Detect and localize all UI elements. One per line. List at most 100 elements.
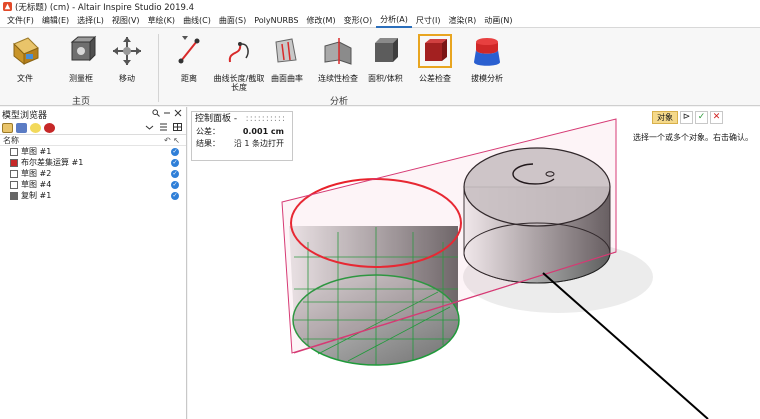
file-label: 文件	[17, 74, 33, 83]
skip-icon[interactable]: ⊳	[680, 110, 693, 124]
materials-filter-icon[interactable]	[44, 122, 55, 133]
tree-item-label: 布尔差集运算 #1	[21, 158, 84, 167]
model-browser-toolbar	[0, 121, 186, 135]
tolerance-check-button[interactable]: 公差检查	[418, 34, 452, 83]
3d-viewport[interactable]: 控制面板 - :::::::::: 公差： 0.001 cm 结果： 沿 1 条…	[188, 107, 760, 419]
tree-item[interactable]: 草图 #1 ✓	[0, 146, 186, 157]
model-tree: 草图 #1 ✓ 布尔差集运算 #1 ✓ 草图 #2 ✓ 草图 #4 ✓ 复制 #1 ✓	[0, 146, 186, 201]
continuity-check-icon	[324, 38, 352, 65]
object-selector[interactable]: 对象	[652, 110, 678, 124]
curve-length-label: 曲线长度/截取长度	[213, 74, 265, 92]
curve-length-icon	[228, 42, 249, 63]
visibility-check-icon[interactable]: ✓	[171, 191, 179, 200]
search-icon[interactable]	[152, 109, 160, 117]
continuity-check-button[interactable]: 连续性检查	[318, 34, 358, 83]
collapse-icon[interactable]	[163, 109, 171, 117]
tree-item[interactable]: 草图 #2 ✓	[0, 168, 186, 179]
tree-item[interactable]: 草图 #4 ✓	[0, 179, 186, 190]
app-logo-icon	[3, 2, 12, 11]
menu-item[interactable]: 修改(M)	[302, 14, 339, 27]
distance-label: 距离	[181, 74, 197, 83]
window-title: (无标题) (cm) - Altair Inspire Studio 2019.…	[15, 2, 195, 13]
tree-item-label: 复制 #1	[21, 191, 52, 200]
name-column-header[interactable]: 名称 ↶ ↖	[0, 135, 186, 146]
tree-item-label: 草图 #1	[21, 147, 52, 156]
visibility-check-icon[interactable]: ✓	[171, 180, 179, 189]
surface-curvature-button[interactable]: 曲面曲率	[270, 34, 304, 83]
file-button[interactable]: 文件	[8, 34, 42, 83]
menu-item[interactable]: 尺寸(I)	[412, 14, 445, 27]
sketch-icon	[10, 180, 18, 189]
close-icon[interactable]	[174, 109, 182, 117]
list-options-icon[interactable]	[159, 123, 168, 131]
result-value: 沿 1 条边打开	[233, 139, 284, 148]
area-volume-label: 面积/体积	[368, 74, 403, 83]
model-browser-header: 模型浏览器	[0, 107, 186, 121]
area-volume-icon	[375, 38, 399, 62]
confirm-icon[interactable]: ✓	[695, 110, 708, 124]
menu-item[interactable]: 文件(F)	[3, 14, 38, 27]
distance-icon	[178, 38, 200, 64]
tree-item[interactable]: 复制 #1 ✓	[0, 190, 186, 201]
chevron-down-icon[interactable]	[145, 123, 154, 131]
menu-bar: 文件(F) 编辑(E) 选择(L) 视图(V) 草绘(K) 曲线(C) 曲面(S) PolyN…	[0, 13, 760, 28]
boolean-icon	[10, 158, 18, 167]
drag-handle-icon[interactable]: ::::::::::	[246, 112, 286, 126]
sketch-icon	[10, 169, 18, 178]
control-panel-header[interactable]: 控制面板 - ::::::::::	[192, 112, 292, 126]
menu-item[interactable]: 草绘(K)	[144, 14, 180, 27]
sketch-icon	[10, 147, 18, 156]
file-icon	[13, 37, 39, 66]
measure-box-button[interactable]: 测量框	[64, 34, 98, 83]
menu-item[interactable]: 视图(V)	[108, 14, 144, 27]
tree-item-label: 草图 #2	[21, 169, 52, 178]
measure-box-label: 测量框	[69, 74, 93, 83]
surface-curvature-label: 曲面曲率	[271, 74, 303, 83]
result-label: 结果：	[196, 139, 220, 148]
tolerance-check-label: 公差检查	[419, 74, 451, 83]
group-label-analysis: 分析	[330, 97, 349, 107]
distance-button[interactable]: 距离	[172, 34, 206, 83]
move-label: 移动	[119, 74, 135, 83]
parts-filter-icon[interactable]	[2, 122, 13, 133]
surface-curvature-icon	[275, 38, 297, 63]
draft-analysis-icon	[474, 38, 500, 66]
draft-analysis-button[interactable]: 拔模分析	[470, 34, 504, 83]
selection-bar: 对象 ⊳ ✓ ✕	[652, 110, 723, 124]
menu-item[interactable]: 变形(O)	[340, 14, 377, 27]
continuity-check-label: 连续性检查	[318, 74, 358, 83]
result-row: 结果： 沿 1 条边打开	[192, 138, 292, 150]
move-button[interactable]: 移动	[110, 34, 144, 83]
menu-item[interactable]: 曲面(S)	[215, 14, 250, 27]
control-panel-title: 控制面板 -	[195, 114, 238, 124]
menu-item[interactable]: PolyNURBS	[250, 15, 302, 26]
column-tools-icon[interactable]: ↶ ↖	[164, 136, 180, 145]
menu-item[interactable]: 分析(A)	[376, 13, 412, 28]
name-column-label: 名称	[3, 135, 19, 145]
grid-view-icon[interactable]	[173, 123, 182, 131]
curve-length-button[interactable]: 曲线长度/截取长度	[210, 34, 268, 92]
lights-filter-icon[interactable]	[30, 122, 41, 133]
title-bar: (无标题) (cm) - Altair Inspire Studio 2019.…	[0, 0, 760, 13]
ribbon-separator	[158, 34, 159, 102]
copy-icon	[10, 191, 18, 200]
menu-item[interactable]: 选择(L)	[73, 14, 108, 27]
menu-item[interactable]: 编辑(E)	[38, 14, 73, 27]
tree-item-label: 草图 #4	[21, 180, 52, 189]
cancel-icon[interactable]: ✕	[710, 110, 723, 124]
tree-item[interactable]: 布尔差集运算 #1 ✓	[0, 157, 186, 168]
menu-item[interactable]: 曲线(C)	[179, 14, 215, 27]
layers-filter-icon[interactable]	[16, 122, 27, 133]
move-icon	[113, 37, 141, 65]
visibility-check-icon[interactable]: ✓	[171, 169, 179, 178]
tolerance-row: 公差： 0.001 cm	[192, 126, 292, 138]
tolerance-label: 公差：	[196, 127, 220, 136]
menu-item[interactable]: 动画(N)	[480, 14, 516, 27]
draft-analysis-label: 拔模分析	[471, 74, 503, 83]
model-browser-title: 模型浏览器	[2, 110, 48, 121]
visibility-check-icon[interactable]: ✓	[171, 147, 179, 156]
area-volume-button[interactable]: 面积/体积	[368, 34, 403, 83]
visibility-check-icon[interactable]: ✓	[171, 158, 179, 167]
tolerance-value[interactable]: 0.001 cm	[243, 127, 284, 136]
menu-item[interactable]: 渲染(R)	[444, 14, 480, 27]
